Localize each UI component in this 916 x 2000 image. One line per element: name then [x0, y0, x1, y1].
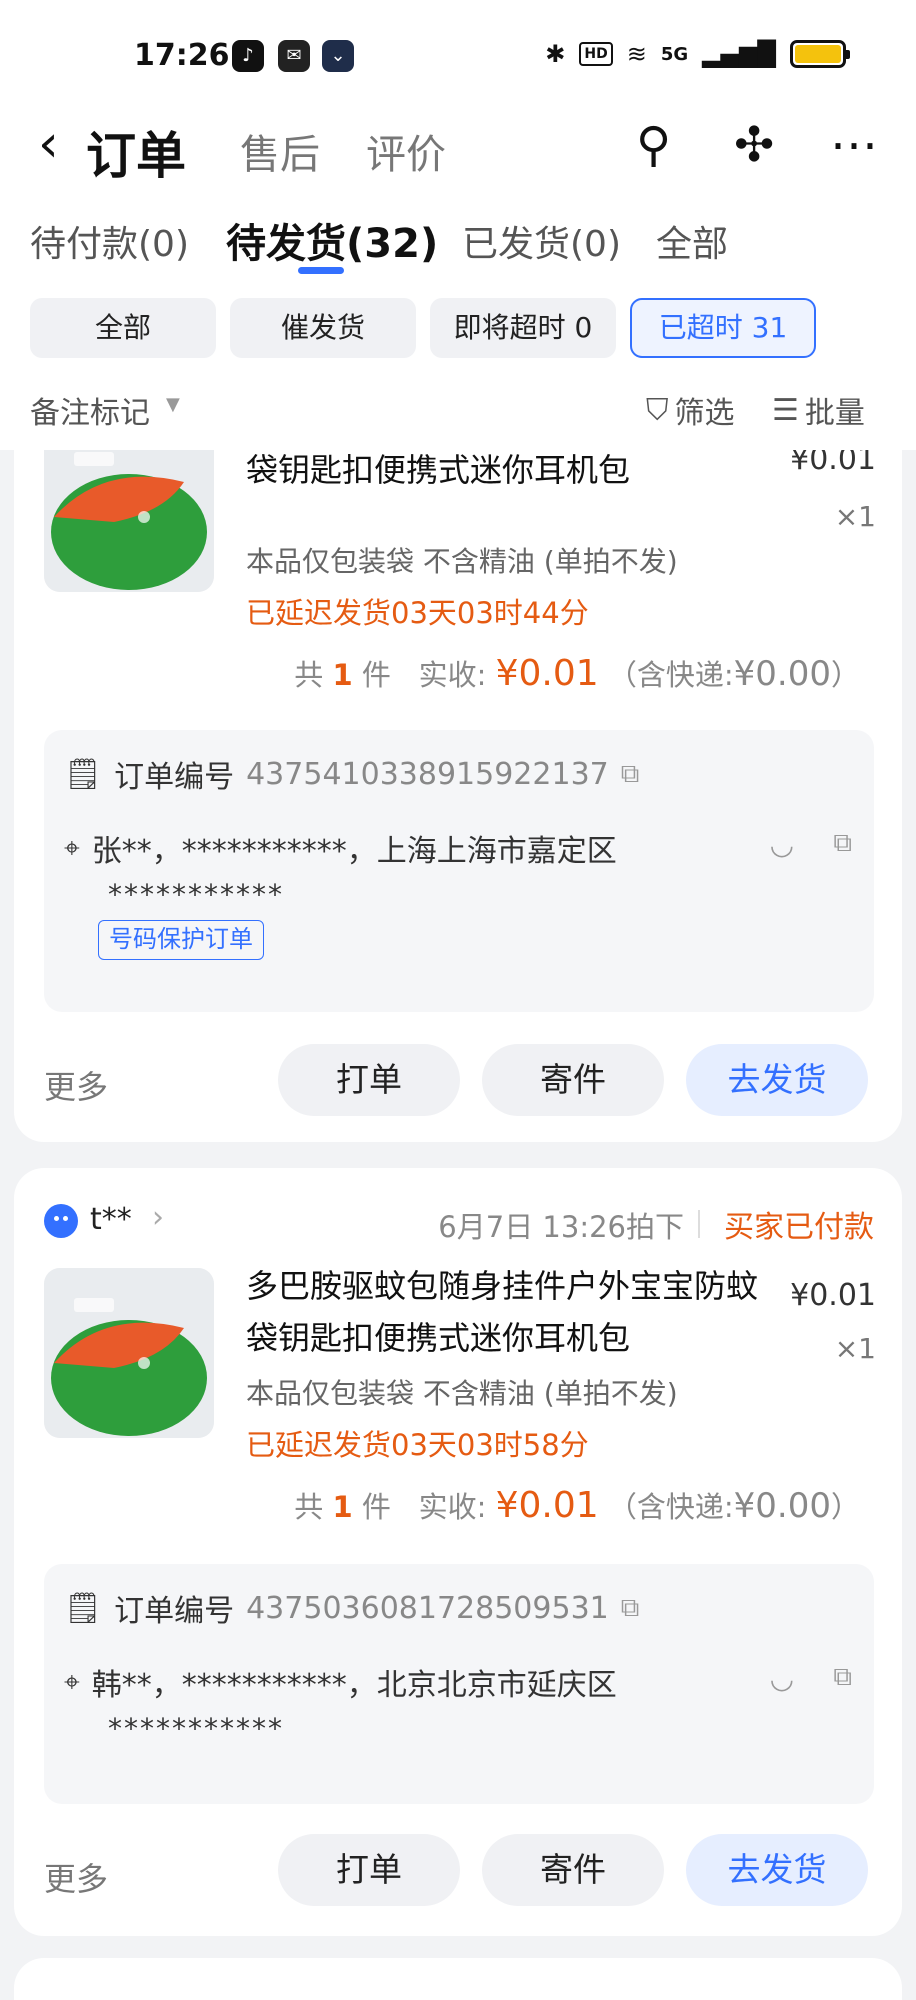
filter-row: 备注标记 ▼ ⛉ 筛选 ☰ 批量: [0, 380, 916, 436]
bluetooth-icon: ✱: [545, 40, 566, 68]
send-package-button[interactable]: 寄件: [482, 1044, 664, 1116]
active-tab-indicator: [298, 267, 344, 274]
delay-text: 已延迟发货03天03时44分: [246, 596, 589, 630]
order-info-box: 🗒 订单编号 4375410338915922137 ⧉ ⌖ 张**，*****…: [44, 730, 874, 1012]
chip-about-to-timeout[interactable]: 即将超时 0: [430, 298, 616, 358]
received-amount: ¥0.01: [495, 1485, 599, 1526]
more-icon[interactable]: ⋯: [830, 118, 878, 172]
ship-button[interactable]: 去发货: [686, 1044, 868, 1116]
address-text: 张**，***********，上海上海市嘉定区: [91, 834, 617, 869]
batch-icon: ☰: [772, 392, 799, 428]
received-amount: ¥0.01: [495, 653, 599, 694]
order-card: t** › 6月7日 13:26拍下 买家已付款 多巴胺驱蚊包随身挂件户外宝宝防…: [14, 1168, 902, 1936]
buyer-row: t** › 6月7日 13:26拍下 买家已付款: [44, 1196, 874, 1246]
ship-button[interactable]: 去发货: [686, 1834, 868, 1906]
eye-closed-icon[interactable]: ◡: [770, 1662, 794, 1695]
order-status: 买家已付款: [724, 1210, 874, 1245]
grid-icon[interactable]: ✣: [734, 118, 774, 172]
address-masked: ***********: [108, 1712, 284, 1745]
divider: [698, 1210, 700, 1238]
order-summary: 共 1 件 实收: ¥0.01 （含快递:¥0.00）: [294, 653, 860, 694]
wechat-icon: ✉: [278, 40, 310, 72]
address-row: ⌖ 张**，***********，上海上海市嘉定区: [64, 826, 617, 870]
caret-down-icon[interactable]: ▼: [166, 394, 180, 415]
tab-all[interactable]: 全部: [656, 215, 728, 267]
print-order-button[interactable]: 打单: [278, 1044, 460, 1116]
tab-pending-shipment[interactable]: 待发货(32): [226, 211, 438, 269]
tab-reviews[interactable]: 评价: [366, 122, 446, 180]
nav-bar: ‹ 订单 售后 评价 ⚲ ✣ ⋯: [0, 100, 916, 190]
order-card: [14, 1958, 902, 2000]
funnel-icon: ⛉: [646, 392, 669, 428]
status-indicators: ✱ HD ≋ 5G ▂▄▆█: [545, 40, 850, 68]
order-info-box: 🗒 订单编号 4375036081728509531 ⧉ ⌖ 韩**，*****…: [44, 1564, 874, 1804]
product-quantity: ×1: [834, 500, 876, 533]
note-mark-dropdown[interactable]: 备注标记: [30, 388, 150, 432]
mail-icon: ⌄: [322, 40, 354, 72]
address-masked: ***********: [108, 878, 284, 911]
print-order-button[interactable]: 打单: [278, 1834, 460, 1906]
search-icon[interactable]: ⚲: [636, 118, 671, 172]
buyer-avatar: [44, 1204, 78, 1238]
wifi-icon: ≋: [626, 40, 647, 68]
more-button[interactable]: 更多: [44, 1062, 108, 1108]
order-summary: 共 1 件 实收: ¥0.01 （含快递:¥0.00）: [294, 1485, 860, 1526]
buyer-name[interactable]: t**: [90, 1202, 132, 1237]
copy-icon[interactable]: ⧉: [833, 1662, 852, 1693]
copy-icon[interactable]: ⧉: [621, 759, 640, 790]
document-icon: 🗒: [64, 756, 103, 792]
product-title[interactable]: 多巴胺驱蚊包随身挂件户外宝宝防蚊袋钥匙扣便携式迷你耳机包: [246, 1260, 786, 1364]
chevron-left-icon[interactable]: ‹: [38, 118, 59, 170]
location-pin-icon: ⌖: [64, 831, 80, 864]
tab-shipped[interactable]: 已发货(0): [462, 215, 621, 267]
signal-bars-icon: ▂▄▆█: [702, 40, 776, 68]
filter-chips: 全部 催发货 即将超时 0 已超时 31: [0, 298, 916, 360]
chip-urge[interactable]: 催发货: [230, 298, 416, 358]
status-bar: 17:26 ♪ ✉ ⌄ ✱ HD ≋ 5G ▂▄▆█: [0, 0, 916, 110]
address-row: ⌖ 韩**，***********，北京北京市延庆区: [64, 1660, 617, 1704]
product-spec: 本品仅包装袋 不含精油 (单拍不发): [246, 1377, 678, 1410]
chip-timed-out[interactable]: 已超时 31: [630, 298, 816, 358]
order-number: 4375410338915922137: [246, 756, 609, 792]
tiktok-icon: ♪: [232, 40, 264, 72]
document-icon: 🗒: [64, 1590, 103, 1626]
order-number-row: 🗒 订单编号 4375036081728509531 ⧉: [64, 1590, 640, 1630]
chip-all[interactable]: 全部: [30, 298, 216, 358]
product-image[interactable]: [44, 1268, 214, 1438]
status-time: 17:26: [134, 38, 230, 73]
order-status-tabs: 待付款(0) 待发货(32) 已发货(0) 全部: [0, 205, 916, 280]
5g-signal-icon: 5G: [660, 43, 689, 65]
product-price: ¥0.01: [790, 1278, 876, 1313]
chevron-right-icon[interactable]: ›: [152, 1200, 164, 1235]
number-protect-tag: 号码保护订单: [98, 920, 264, 960]
order-time: 6月7日 13:26拍下: [438, 1210, 684, 1244]
address-text: 韩**，***********，北京北京市延庆区: [91, 1668, 617, 1703]
send-package-button[interactable]: 寄件: [482, 1834, 664, 1906]
hd-icon: HD: [579, 42, 613, 66]
copy-icon[interactable]: ⧉: [621, 1593, 640, 1624]
filter-button[interactable]: ⛉ 筛选: [646, 388, 735, 432]
header: 17:26 ♪ ✉ ⌄ ✱ HD ≋ 5G ▂▄▆█ ‹ 订单 售后 评价 ⚲ …: [0, 0, 916, 450]
battery-icon: [790, 40, 850, 68]
location-pin-icon: ⌖: [64, 1665, 80, 1698]
batch-button[interactable]: ☰ 批量: [772, 388, 865, 432]
eye-closed-icon[interactable]: ◡: [770, 828, 794, 861]
product-spec: 本品仅包装袋 不含精油 (单拍不发): [246, 545, 678, 578]
more-button[interactable]: 更多: [44, 1854, 108, 1900]
copy-icon[interactable]: ⧉: [833, 828, 852, 859]
tab-pending-payment[interactable]: 待付款(0): [30, 215, 189, 267]
order-number-row: 🗒 订单编号 4375410338915922137 ⧉: [64, 756, 640, 796]
delay-text: 已延迟发货03天03时58分: [246, 1428, 589, 1462]
order-card: 多巴胺驱蚊包随身挂件户外宝宝防蚊袋钥匙扣便携式迷你耳机包 ¥0.01 ×1 本品…: [14, 399, 902, 1142]
tab-after-sales[interactable]: 售后: [240, 122, 320, 180]
page-title: 订单: [86, 127, 186, 185]
product-quantity: ×1: [834, 1332, 876, 1365]
order-number: 4375036081728509531: [246, 1590, 609, 1626]
